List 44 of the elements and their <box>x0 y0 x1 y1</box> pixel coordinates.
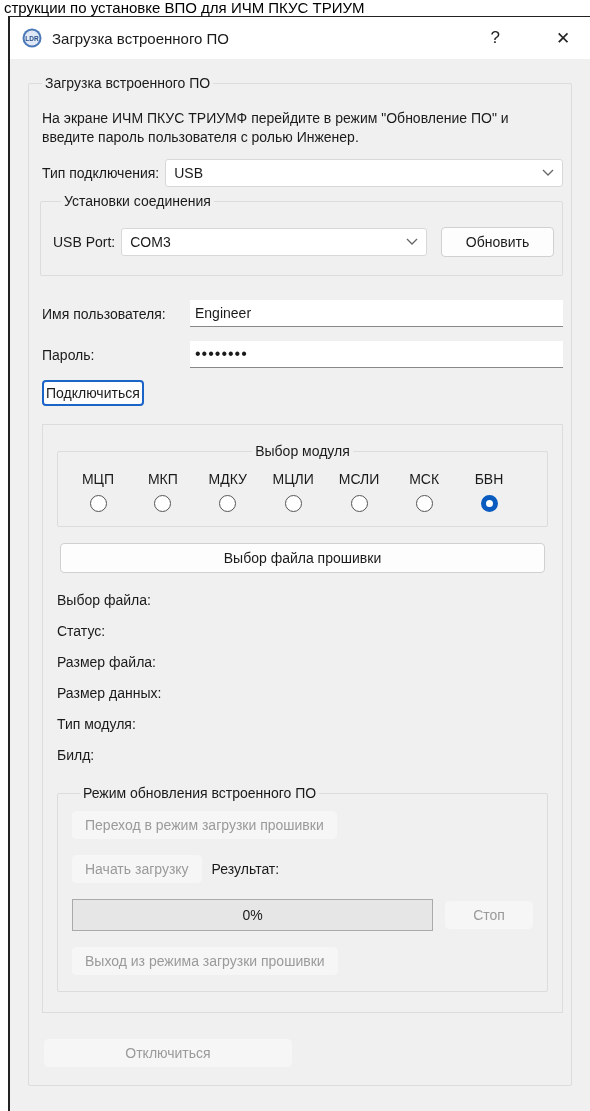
select-firmware-file-button[interactable]: Выбор файла прошивки <box>60 543 545 573</box>
module-label: БВН <box>474 471 504 487</box>
window-title: Загрузка встроенного ПО <box>52 29 231 47</box>
module-label: МКП <box>147 471 178 487</box>
info-label: Тип модуля: <box>57 716 137 732</box>
field-label: Имя пользователя: <box>42 305 167 322</box>
password-field[interactable]: •••••••• <box>190 341 563 368</box>
info-label: Билд: <box>57 747 96 763</box>
module-label: МСК <box>409 471 440 487</box>
module-radio[interactable] <box>284 495 302 512</box>
refresh-button[interactable]: Обновить <box>441 227 554 257</box>
info-label: Статус: <box>57 623 107 639</box>
module-radio[interactable] <box>350 495 368 512</box>
module-label: МЦП <box>81 471 115 487</box>
module-label: МЦЛИ <box>272 471 314 487</box>
group-title: Выбор модуля <box>254 443 351 459</box>
info-label: Размер файла: <box>57 654 157 670</box>
close-button[interactable]: ✕ <box>550 27 576 49</box>
group-title: Загрузка встроенного ПО <box>44 75 212 91</box>
connection-type-dropdown[interactable]: USB <box>165 159 563 187</box>
module-radio[interactable] <box>154 495 172 512</box>
module-label: МДКУ <box>208 471 247 487</box>
connect-button[interactable]: Подключиться <box>42 380 144 406</box>
usb-port-dropdown[interactable]: COM3 <box>121 228 427 256</box>
field-label: Пароль: <box>42 346 96 363</box>
module-label: МСЛИ <box>338 471 380 487</box>
module-radio[interactable] <box>480 495 498 512</box>
info-label: Размер данных: <box>57 685 163 701</box>
module-radio[interactable] <box>89 495 107 512</box>
document-caption: струкции по установке ВПО для ИЧМ ПКУС ТРИУМ <box>3 0 366 16</box>
field-label: Тип подключения: <box>42 165 160 181</box>
result-label: Результат: <box>211 861 280 877</box>
module-radio[interactable] <box>415 495 433 512</box>
module-radio[interactable] <box>219 495 237 512</box>
chevron-down-icon <box>542 169 554 177</box>
help-button[interactable]: ? <box>484 28 506 48</box>
info-label: Выбор файла: <box>57 592 152 608</box>
group-title: Установки соединения <box>63 193 212 209</box>
instruction-text: На экране ИЧМ ПКУС ТРИУМФ перейдите в режим "Обновление ПО" и введите пароль пользователя с ролью Инженер. <box>42 109 510 147</box>
chevron-down-icon <box>406 238 418 246</box>
group-title: Режим обновления встроенного ПО <box>82 785 318 801</box>
progress-text: 0% <box>242 907 263 923</box>
username-field[interactable]: Engineer <box>190 300 563 327</box>
field-label: USB Port: <box>53 234 116 250</box>
